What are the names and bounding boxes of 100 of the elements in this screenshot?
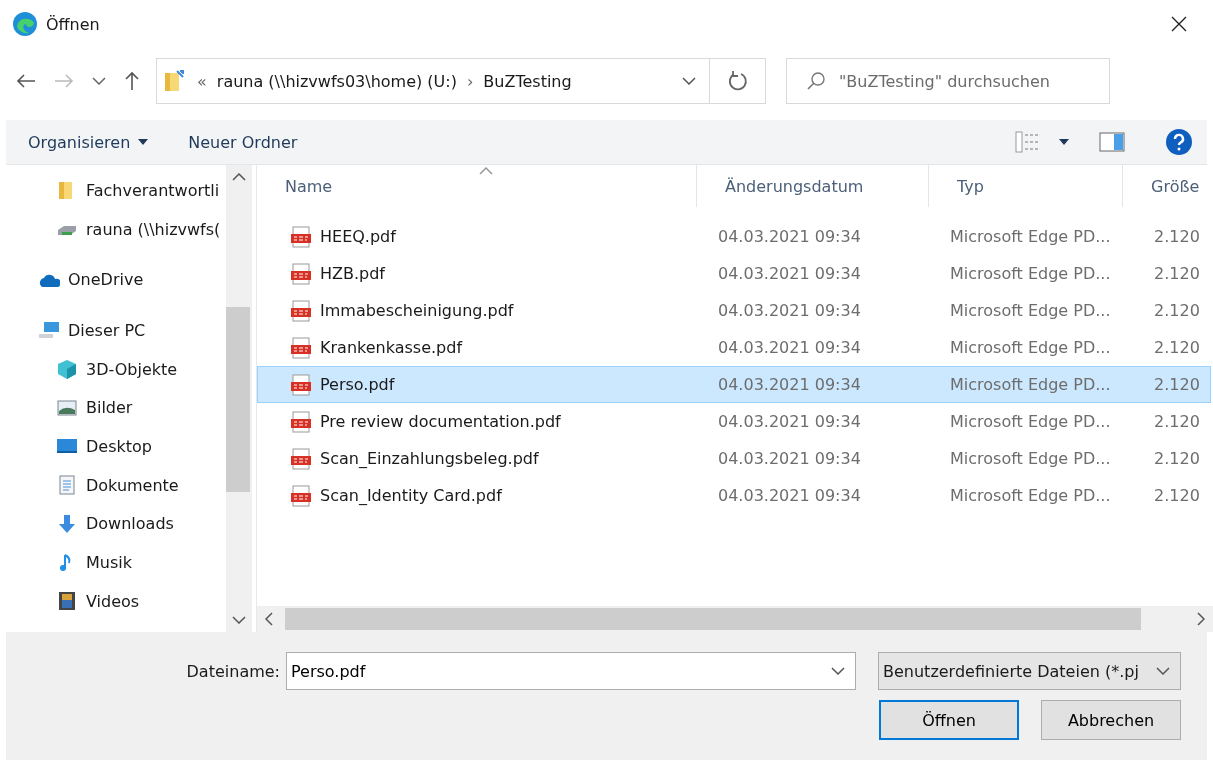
sidebar-item[interactable]: Desktop [6, 427, 226, 466]
file-row[interactable]: Immabescheinigung.pdf 04.03.2021 09:34 Microsoft Edge PD... 2.120 [257, 292, 1211, 329]
table-cell-text: 2.120 [1153, 375, 1201, 394]
sidebar-item[interactable]: Dieser PC [6, 311, 226, 350]
table-cell-text: Microsoft Edge PD... [949, 412, 1112, 431]
downloads-icon [56, 512, 78, 535]
preview-pane-icon [1099, 131, 1125, 153]
path-separator[interactable]: › [466, 71, 474, 91]
table-cell-text: 04.03.2021 09:34 [717, 486, 862, 505]
column-header[interactable]: Name [257, 165, 697, 207]
pdf-file-icon [290, 225, 312, 248]
pdf-file-icon [290, 373, 312, 396]
vertical-scrollbar[interactable] [226, 165, 252, 632]
chevron-down-icon [682, 77, 696, 85]
file-name: Scan_Einzahlungsbeleg.pdf [320, 449, 539, 468]
file-type-dropdown[interactable]: Benutzerdefinierte Dateien (*.pj [878, 652, 1181, 690]
file-row[interactable]: Pre review documentation.pdf 04.03.2021 09:34 Microsoft Edge PD... 2.120 [257, 403, 1211, 440]
documents-icon [56, 474, 78, 497]
cube-icon [56, 358, 78, 381]
pdf-file-icon [290, 484, 312, 507]
table-cell-text: 04.03.2021 09:34 [717, 375, 862, 394]
sidebar-item[interactable]: rauna (\\hizvwfs( [6, 209, 226, 249]
table-cell-text: 2.120 [1153, 449, 1201, 468]
pdf-file-icon [290, 262, 312, 285]
help-icon [1165, 128, 1193, 156]
table-cell-text: 2.120 [1153, 227, 1201, 246]
file-name: Immabescheinigung.pdf [320, 301, 514, 320]
file-name: Krankenkasse.pdf [320, 338, 463, 357]
right-arrow-icon [54, 73, 74, 89]
close-icon [1171, 16, 1187, 32]
file-row[interactable]: Scan_Einzahlungsbeleg.pdf 04.03.2021 09:34 Microsoft Edge PD... 2.120 [257, 440, 1211, 477]
table-cell-text: 2.120 [1153, 412, 1201, 431]
open-button[interactable]: Öffnen [879, 700, 1019, 740]
preview-pane-button[interactable] [1099, 131, 1125, 153]
browser-logo-icon [12, 11, 38, 37]
details-view-icon [1015, 130, 1041, 154]
table-cell-text: 04.03.2021 09:34 [717, 301, 862, 320]
refresh-icon [726, 70, 749, 92]
scroll-down-icon [232, 616, 246, 624]
dropdown-triangle-icon [1059, 139, 1069, 145]
table-cell-text: 2.120 [1153, 264, 1201, 283]
address-bar[interactable]: « rauna (\\hizvwfs03\home) (U:) › BuZTesting [156, 58, 766, 104]
left-arrow-icon [16, 73, 36, 89]
new-folder-button[interactable]: Neuer Ordner [188, 132, 298, 152]
table-cell-text: 04.03.2021 09:34 [717, 338, 862, 357]
table-cell-text: Microsoft Edge PD... [949, 375, 1112, 394]
filename-label: Dateiname: [186, 661, 280, 681]
sidebar-item[interactable]: Downloads [6, 504, 226, 544]
help-button[interactable] [1165, 128, 1193, 156]
pdf-file-icon [290, 299, 312, 322]
sidebar-item[interactable]: OneDrive [6, 260, 226, 300]
file-row[interactable]: Krankenkasse.pdf 04.03.2021 09:34 Microsoft Edge PD... 2.120 [257, 329, 1211, 366]
table-cell-text: Microsoft Edge PD... [949, 264, 1112, 283]
table-cell-text: 04.03.2021 09:34 [717, 449, 862, 468]
column-header[interactable]: Größe [1123, 165, 1213, 207]
overflow-chevron[interactable]: « [197, 71, 207, 91]
dropdown-triangle-icon [138, 139, 149, 145]
file-row[interactable]: HZB.pdf 04.03.2021 09:34 Microsoft Edge PD... 2.120 [257, 255, 1211, 292]
view-options-button[interactable] [1015, 130, 1069, 154]
sidebar-item[interactable]: Dokumente [6, 465, 226, 505]
sidebar-item[interactable]: Fachverantwortli [6, 171, 226, 210]
organize-menu-button[interactable]: Organisieren [28, 132, 149, 152]
search-icon [806, 71, 826, 91]
file-row[interactable]: Scan_Identity Card.pdf 04.03.2021 09:34 Microsoft Edge PD... 2.120 [257, 477, 1211, 514]
sort-caret-icon [479, 167, 493, 175]
table-cell-text: 04.03.2021 09:34 [717, 264, 862, 283]
table-cell-text: 2.120 [1153, 338, 1201, 357]
file-name: HEEQ.pdf [320, 227, 396, 246]
table-cell-text: Microsoft Edge PD... [949, 486, 1112, 505]
pdf-file-icon [290, 336, 312, 359]
table-cell-text: 04.03.2021 09:34 [717, 412, 862, 431]
window-title: Öffnen [46, 14, 101, 34]
cancel-button[interactable]: Abbrechen [1041, 700, 1181, 740]
table-cell-text: Microsoft Edge PD... [949, 338, 1112, 357]
table-cell-text: 2.120 [1153, 301, 1201, 320]
sidebar-item[interactable]: 3D-Objekte [6, 349, 226, 389]
table-cell-text: 04.03.2021 09:34 [717, 227, 862, 246]
file-row[interactable]: HEEQ.pdf 04.03.2021 09:34 Microsoft Edge PD... 2.120 [257, 218, 1211, 255]
path-segment[interactable]: BuZTesting [483, 71, 572, 91]
path-segment[interactable]: rauna (\\hizvwfs03\home) (U:) [216, 71, 457, 91]
pdf-file-icon [290, 447, 312, 470]
scroll-right-icon [1197, 612, 1205, 626]
network-folder-icon [163, 69, 187, 93]
sidebar-item[interactable]: Musik [6, 543, 226, 582]
filename-field[interactable]: Perso.pdf [286, 652, 856, 690]
horizontal-scrollbar[interactable] [257, 606, 1213, 632]
file-name: Scan_Identity Card.pdf [320, 486, 502, 505]
chevron-down-icon [1156, 667, 1170, 675]
column-header[interactable]: Änderungsdatum [697, 165, 929, 207]
file-row[interactable]: Perso.pdf 04.03.2021 09:34 Microsoft Edge PD... 2.120 [257, 366, 1211, 403]
sidebar-item[interactable]: Bilder [6, 388, 226, 428]
scroll-up-icon [232, 173, 246, 181]
column-header[interactable]: Typ [929, 165, 1123, 207]
sidebar-item[interactable]: Videos [6, 581, 226, 621]
search-field[interactable]: "BuZTesting" durchsuchen [786, 58, 1110, 104]
scroll-left-icon [265, 612, 273, 626]
table-cell-text: Microsoft Edge PD... [949, 227, 1112, 246]
file-name: Pre review documentation.pdf [320, 412, 561, 431]
file-name: HZB.pdf [320, 264, 385, 283]
videos-icon [56, 590, 78, 613]
